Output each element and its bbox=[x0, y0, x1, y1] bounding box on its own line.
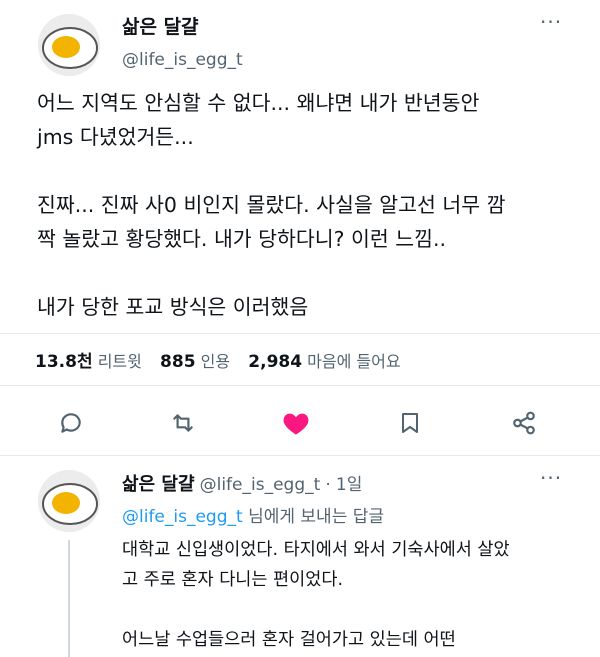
bookmark-icon bbox=[402, 413, 418, 433]
like-label[interactable]: 마음에 들어요 bbox=[307, 352, 400, 371]
reply-line bbox=[122, 596, 510, 626]
share-button[interactable] bbox=[511, 410, 537, 440]
egg-icon bbox=[38, 14, 100, 76]
divider bbox=[0, 385, 600, 386]
reply-body: 대학교 신입생이었다. 타지에서 와서 기숙사에서 살았 고 주로 혼자 다니는… bbox=[122, 536, 510, 656]
retweet-button[interactable] bbox=[170, 410, 196, 440]
comment-button[interactable] bbox=[58, 410, 84, 440]
reply-author-name[interactable]: 삶은 달걀 bbox=[122, 474, 195, 495]
replying-to-label: 님에게 보내는 답글 bbox=[248, 507, 385, 527]
reply-line: 고 주로 혼자 다니는 편이었다. bbox=[122, 570, 344, 590]
replying-to-handle[interactable]: @life_is_egg_t bbox=[122, 507, 243, 527]
tweet-body: 어느 지역도 안심할 수 없다... 왜냐면 내가 반년동안 jms 다녔었거든… bbox=[37, 86, 505, 324]
reply-author-handle[interactable]: @life_is_egg_t bbox=[200, 475, 321, 495]
tweet-line: 짝 놀랐고 황당했다. 내가 당하다니? 이런 느낌.. bbox=[37, 227, 447, 251]
tweet-line bbox=[37, 256, 505, 290]
thread-line bbox=[68, 540, 70, 657]
divider bbox=[0, 455, 600, 456]
quote-count[interactable]: 885 bbox=[160, 352, 196, 372]
reply-avatar[interactable] bbox=[38, 470, 100, 532]
retweet-label[interactable]: 리트윗 bbox=[98, 352, 142, 371]
separator-dot: · bbox=[325, 475, 331, 495]
egg-icon bbox=[38, 470, 100, 532]
heart-icon bbox=[283, 413, 309, 435]
reply-more-options-button[interactable]: ··· bbox=[540, 466, 562, 490]
retweet-icon bbox=[173, 414, 193, 432]
like-count[interactable]: 2,984 bbox=[248, 352, 302, 372]
reply-header: 삶은 달걀 @life_is_egg_t · 1일 bbox=[122, 470, 362, 496]
replying-to: @life_is_egg_t 님에게 보내는 답글 bbox=[122, 502, 384, 527]
reply-line: 대학교 신입생이었다. 타지에서 와서 기숙사에서 살았 bbox=[122, 540, 510, 560]
avatar[interactable] bbox=[38, 14, 100, 76]
bookmark-button[interactable] bbox=[398, 410, 422, 440]
tweet-line: 진짜... 진짜 사0 비인지 몰랐다. 사실을 알고선 너무 깜 bbox=[37, 193, 506, 217]
divider bbox=[0, 333, 600, 334]
tweet-line: jms 다녔었거든... bbox=[37, 125, 194, 149]
reply-line: 어느날 수업들으러 혼자 걸어가고 있는데 어떤 bbox=[122, 630, 456, 650]
like-button[interactable] bbox=[282, 410, 310, 440]
share-icon bbox=[513, 411, 535, 435]
author-handle[interactable]: @life_is_egg_t bbox=[122, 50, 243, 70]
retweet-count[interactable]: 13.8천 bbox=[35, 352, 93, 372]
more-options-button[interactable]: ··· bbox=[540, 10, 562, 34]
tweet-stats: 13.8천 리트윗 885 인용 2,984 마음에 들어요 bbox=[35, 347, 401, 372]
tweet-line bbox=[37, 154, 505, 188]
tweet-line: 어느 지역도 안심할 수 없다... 왜냐면 내가 반년동안 bbox=[37, 91, 480, 115]
quote-label[interactable]: 인용 bbox=[201, 352, 230, 371]
author-name[interactable]: 삶은 달걀 bbox=[122, 12, 199, 39]
comment-icon bbox=[61, 413, 81, 433]
reply-time[interactable]: 1일 bbox=[336, 475, 362, 495]
tweet-line: 내가 당한 포교 방식은 이러했음 bbox=[37, 295, 309, 319]
